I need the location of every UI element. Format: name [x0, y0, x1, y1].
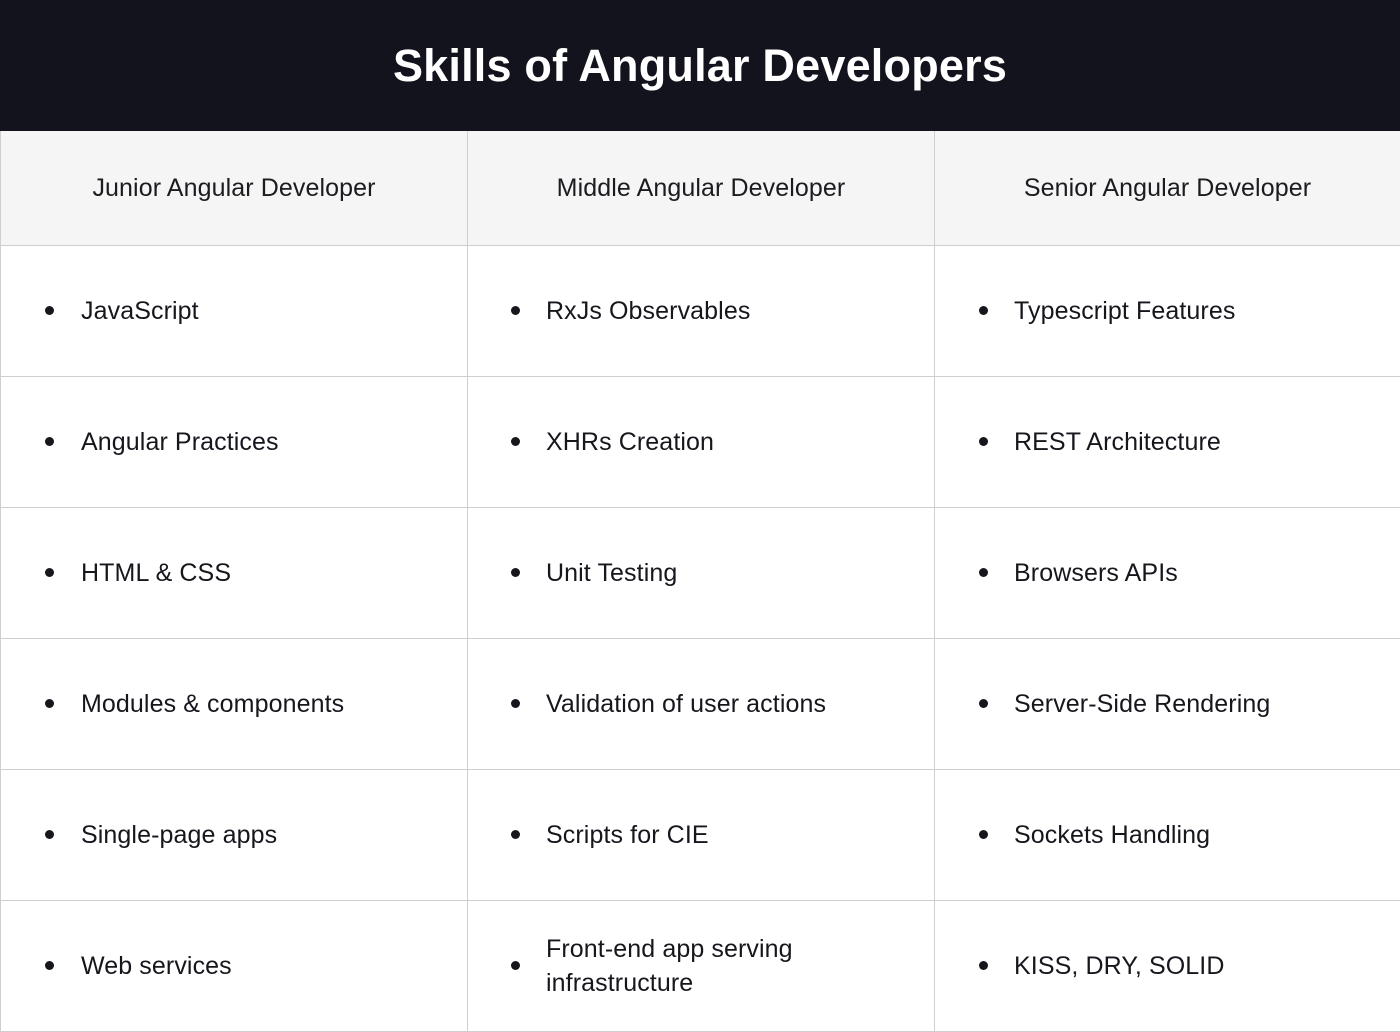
- table-header-row: Junior Angular Developer Middle Angular …: [1, 131, 1400, 245]
- table-row: Web services Front-end app serving infra…: [1, 900, 1400, 1031]
- table-row: HTML & CSS Unit Testing Browsers APIs: [1, 507, 1400, 638]
- bullet-icon: [511, 568, 520, 577]
- bullet-icon: [511, 961, 520, 970]
- skill-cell-senior: REST Architecture: [935, 376, 1400, 507]
- skill-label: KISS, DRY, SOLID: [1014, 949, 1225, 983]
- skill-cell-middle: Front-end app serving infrastructure: [468, 900, 935, 1031]
- bullet-icon: [511, 306, 520, 315]
- list-item: REST Architecture: [935, 377, 1400, 507]
- list-item: Web services: [1, 901, 467, 1031]
- list-item: Single-page apps: [1, 770, 467, 900]
- list-item: Scripts for CIE: [468, 770, 934, 900]
- table-row: Angular Practices XHRs Creation REST Arc…: [1, 376, 1400, 507]
- skill-cell-senior: Browsers APIs: [935, 507, 1400, 638]
- skill-label: Sockets Handling: [1014, 818, 1210, 852]
- bullet-icon: [45, 961, 54, 970]
- skills-table: Junior Angular Developer Middle Angular …: [0, 131, 1400, 1032]
- list-item: Unit Testing: [468, 508, 934, 638]
- list-item: Angular Practices: [1, 377, 467, 507]
- skill-label: REST Architecture: [1014, 425, 1221, 459]
- table-header: Junior Angular Developer Middle Angular …: [1, 131, 1400, 245]
- bullet-icon: [45, 306, 54, 315]
- skill-cell-middle: RxJs Observables: [468, 245, 935, 376]
- list-item: Sockets Handling: [935, 770, 1400, 900]
- skill-cell-middle: Unit Testing: [468, 507, 935, 638]
- skill-label: HTML & CSS: [81, 556, 231, 590]
- skill-cell-middle: XHRs Creation: [468, 376, 935, 507]
- list-item: Front-end app serving infrastructure: [468, 901, 934, 1031]
- bullet-icon: [979, 568, 988, 577]
- list-item: Validation of user actions: [468, 639, 934, 769]
- list-item: Browsers APIs: [935, 508, 1400, 638]
- skill-cell-junior: Web services: [1, 900, 468, 1031]
- skill-cell-middle: Scripts for CIE: [468, 769, 935, 900]
- skill-cell-middle: Validation of user actions: [468, 638, 935, 769]
- skill-cell-junior: JavaScript: [1, 245, 468, 376]
- list-item: KISS, DRY, SOLID: [935, 901, 1400, 1031]
- column-header-middle-label: Middle Angular Developer: [468, 173, 934, 203]
- column-header-junior-label: Junior Angular Developer: [1, 173, 467, 203]
- skill-cell-senior: Sockets Handling: [935, 769, 1400, 900]
- title-banner: Skills of Angular Developers: [0, 0, 1400, 131]
- skill-label: Browsers APIs: [1014, 556, 1178, 590]
- bullet-icon: [45, 699, 54, 708]
- page-title: Skills of Angular Developers: [393, 41, 1007, 91]
- skill-label: Front-end app serving infrastructure: [546, 932, 876, 1000]
- skill-cell-senior: Typescript Features: [935, 245, 1400, 376]
- list-item: JavaScript: [1, 246, 467, 376]
- list-item: Server-Side Rendering: [935, 639, 1400, 769]
- table-body: JavaScript RxJs Observables Typescript F…: [1, 245, 1400, 1031]
- bullet-icon: [45, 437, 54, 446]
- list-item: HTML & CSS: [1, 508, 467, 638]
- list-item: Typescript Features: [935, 246, 1400, 376]
- skill-label: Angular Practices: [81, 425, 279, 459]
- skill-label: JavaScript: [81, 294, 199, 328]
- skill-cell-junior: Single-page apps: [1, 769, 468, 900]
- table-row: JavaScript RxJs Observables Typescript F…: [1, 245, 1400, 376]
- bullet-icon: [45, 830, 54, 839]
- list-item: XHRs Creation: [468, 377, 934, 507]
- skill-label: XHRs Creation: [546, 425, 714, 459]
- skill-label: Web services: [81, 949, 232, 983]
- bullet-icon: [979, 306, 988, 315]
- bullet-icon: [979, 830, 988, 839]
- skill-label: Single-page apps: [81, 818, 277, 852]
- skill-cell-senior: KISS, DRY, SOLID: [935, 900, 1400, 1031]
- skill-cell-junior: Modules & components: [1, 638, 468, 769]
- list-item: RxJs Observables: [468, 246, 934, 376]
- bullet-icon: [979, 699, 988, 708]
- skill-cell-junior: HTML & CSS: [1, 507, 468, 638]
- table-row: Single-page apps Scripts for CIE Sockets…: [1, 769, 1400, 900]
- skill-label: RxJs Observables: [546, 294, 750, 328]
- column-header-senior-label: Senior Angular Developer: [935, 173, 1400, 203]
- column-header-senior: Senior Angular Developer: [935, 131, 1400, 245]
- skill-label: Unit Testing: [546, 556, 677, 590]
- bullet-icon: [511, 699, 520, 708]
- bullet-icon: [511, 437, 520, 446]
- skill-label: Scripts for CIE: [546, 818, 709, 852]
- bullet-icon: [45, 568, 54, 577]
- bullet-icon: [979, 437, 988, 446]
- skill-label: Validation of user actions: [546, 687, 826, 721]
- column-header-middle: Middle Angular Developer: [468, 131, 935, 245]
- skill-cell-senior: Server-Side Rendering: [935, 638, 1400, 769]
- skill-cell-junior: Angular Practices: [1, 376, 468, 507]
- column-header-junior: Junior Angular Developer: [1, 131, 468, 245]
- skill-label: Modules & components: [81, 687, 344, 721]
- skills-comparison-page: Skills of Angular Developers Junior Angu…: [0, 0, 1400, 1029]
- skill-label: Server-Side Rendering: [1014, 687, 1270, 721]
- table-row: Modules & components Validation of user …: [1, 638, 1400, 769]
- bullet-icon: [979, 961, 988, 970]
- skill-label: Typescript Features: [1014, 294, 1235, 328]
- list-item: Modules & components: [1, 639, 467, 769]
- bullet-icon: [511, 830, 520, 839]
